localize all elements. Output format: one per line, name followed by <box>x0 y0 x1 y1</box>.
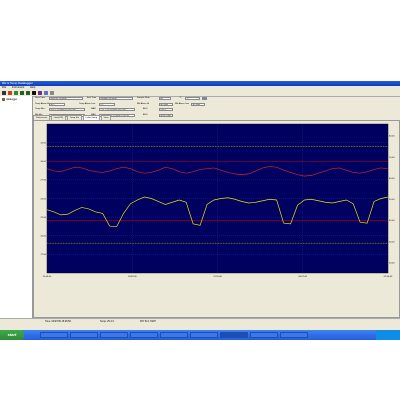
status-rh: RH: 52.1 %RH <box>140 320 156 323</box>
taskbar-item[interactable] <box>160 332 188 338</box>
taskbar-item[interactable] <box>40 332 68 338</box>
rh-alarm-high-label: RH Alarm Hi <box>137 102 150 105</box>
menu-instrument[interactable]: Instrument <box>12 86 24 89</box>
x-tick-label: 15:46:00 <box>43 276 52 278</box>
status-bar: Time: 04/07/09 15:46:56 Temp: 25.4 C RH:… <box>0 318 400 325</box>
y-left-tick-label: 20.00 <box>41 236 47 238</box>
temp-avg-label: AVG <box>143 108 148 110</box>
temp-min-value: 20.6 C @ 04/07/09 19:07:00 <box>49 108 85 111</box>
temp-alarm-high-label: Temp Alarm Hi <box>35 102 50 105</box>
device-item[interactable]: datalogger <box>2 98 17 101</box>
x-tick-label: 00:07:00 <box>298 276 307 278</box>
y-right-tick-label: 70.00 <box>389 157 395 159</box>
sample-rate-label: Sample Rate <box>137 97 150 99</box>
start-button[interactable]: start <box>0 330 24 340</box>
chart-frame: 17.50 20.00 22.50 25.00 27.50 30.00 32.50 20.00… <box>33 120 400 318</box>
menu-file[interactable]: File <box>2 86 6 89</box>
save-icon[interactable] <box>2 91 6 95</box>
chart: 17.50 20.00 22.50 25.00 27.50 30.00 32.50 20.00… <box>41 123 395 278</box>
y-left-tick-label: 30.00 <box>41 161 47 163</box>
temp-alarm-high-value: 40 C <box>49 102 65 106</box>
unit-dropdown-button[interactable] <box>202 97 207 100</box>
status-temp: Temp: 25.4 C <box>100 320 115 323</box>
datalogger-icon <box>2 98 5 101</box>
taskbar-item[interactable] <box>130 332 158 338</box>
y-left-tick-label: 27.50 <box>41 180 47 182</box>
y-right-tick-label: 50.00 <box>389 199 395 201</box>
unit-label: °C <box>179 97 182 99</box>
taskbar-item[interactable] <box>220 332 248 338</box>
device-label: datalogger <box>6 98 18 101</box>
taskbar-item[interactable] <box>100 332 128 338</box>
x-tick-label: 02:46:00 <box>384 276 393 278</box>
help-icon[interactable] <box>50 91 54 95</box>
menu-help[interactable]: Help <box>30 86 35 89</box>
taskbar-item[interactable] <box>70 332 98 338</box>
temp-avg-value: 24.6 C <box>159 108 173 111</box>
x-tick-label: 21:20:00 <box>213 276 222 278</box>
temp-max-value: 27.1 C @ 07/10/09 15:07:00 <box>99 108 135 111</box>
temp-max-label: MAX <box>91 108 96 110</box>
window-title: RH & Temp Datalogger <box>2 81 33 85</box>
status-time: Time: 04/07/09 15:46:56 <box>45 320 71 323</box>
taskbar-item[interactable] <box>250 332 278 338</box>
temp-min-label: Temp Min <box>35 108 45 110</box>
y-left-tick-label: 32.50 <box>41 142 47 144</box>
end-time-label: End Time <box>87 97 97 99</box>
y-left-tick-label: 22.50 <box>41 217 47 219</box>
temp-alarm-low-value: 0 C <box>99 102 115 106</box>
print-icon[interactable] <box>8 91 12 95</box>
taskbar-item[interactable] <box>280 332 308 338</box>
realtime-icon[interactable] <box>38 91 42 95</box>
setup-icon[interactable] <box>26 91 30 95</box>
options-icon[interactable] <box>44 91 48 95</box>
info-panel: Start Time 04/07/09 15:46:00 End Time 04… <box>33 96 400 117</box>
temp-alarm-low-label: Temp Alarm Low <box>79 102 96 105</box>
stop-icon[interactable] <box>32 91 36 95</box>
y-left-tick-label: 25.00 <box>41 198 47 200</box>
device-list: datalogger <box>0 96 33 318</box>
y-left-tick-label: 17.50 <box>41 254 47 256</box>
end-time-value: 04/08/09 02:46:00 <box>99 97 133 100</box>
rh-alarm-low-value: 30 %RH <box>191 102 205 106</box>
taskbar-item[interactable] <box>190 332 218 338</box>
start-time-value: 04/07/09 15:46:00 <box>49 97 83 100</box>
y-right-tick-label: 20.00 <box>389 262 395 264</box>
connect-icon[interactable] <box>14 91 18 95</box>
rh-alarm-high-value: 80 %RH <box>159 102 173 106</box>
start-time-label: Start Time <box>35 97 45 99</box>
download-icon[interactable] <box>20 91 24 95</box>
rh-alarm-low-label: RH Alarm Low <box>175 102 189 105</box>
unit-select[interactable]: °C <box>185 97 200 100</box>
y-right-tick-label: 40.00 <box>389 220 395 222</box>
y-right-tick-label: 30.00 <box>389 241 395 243</box>
x-tick-label: 18:33:00 <box>128 276 137 278</box>
sample-rate-value: 60 <box>159 97 171 100</box>
rh-avg-value: 40.89 %RH <box>159 113 173 117</box>
system-tray <box>376 330 400 340</box>
y-right-tick-label: 80.00 <box>389 136 395 138</box>
page: { "window": { "title": "RH & Temp Datalo… <box>0 0 400 400</box>
desktop-window: RH & Temp Datalogger File Instrument Hel… <box>0 81 400 340</box>
rh-avg-label: AVG <box>143 113 148 116</box>
y-right-tick-label: 60.00 <box>389 178 395 180</box>
taskbar: start <box>0 330 400 340</box>
